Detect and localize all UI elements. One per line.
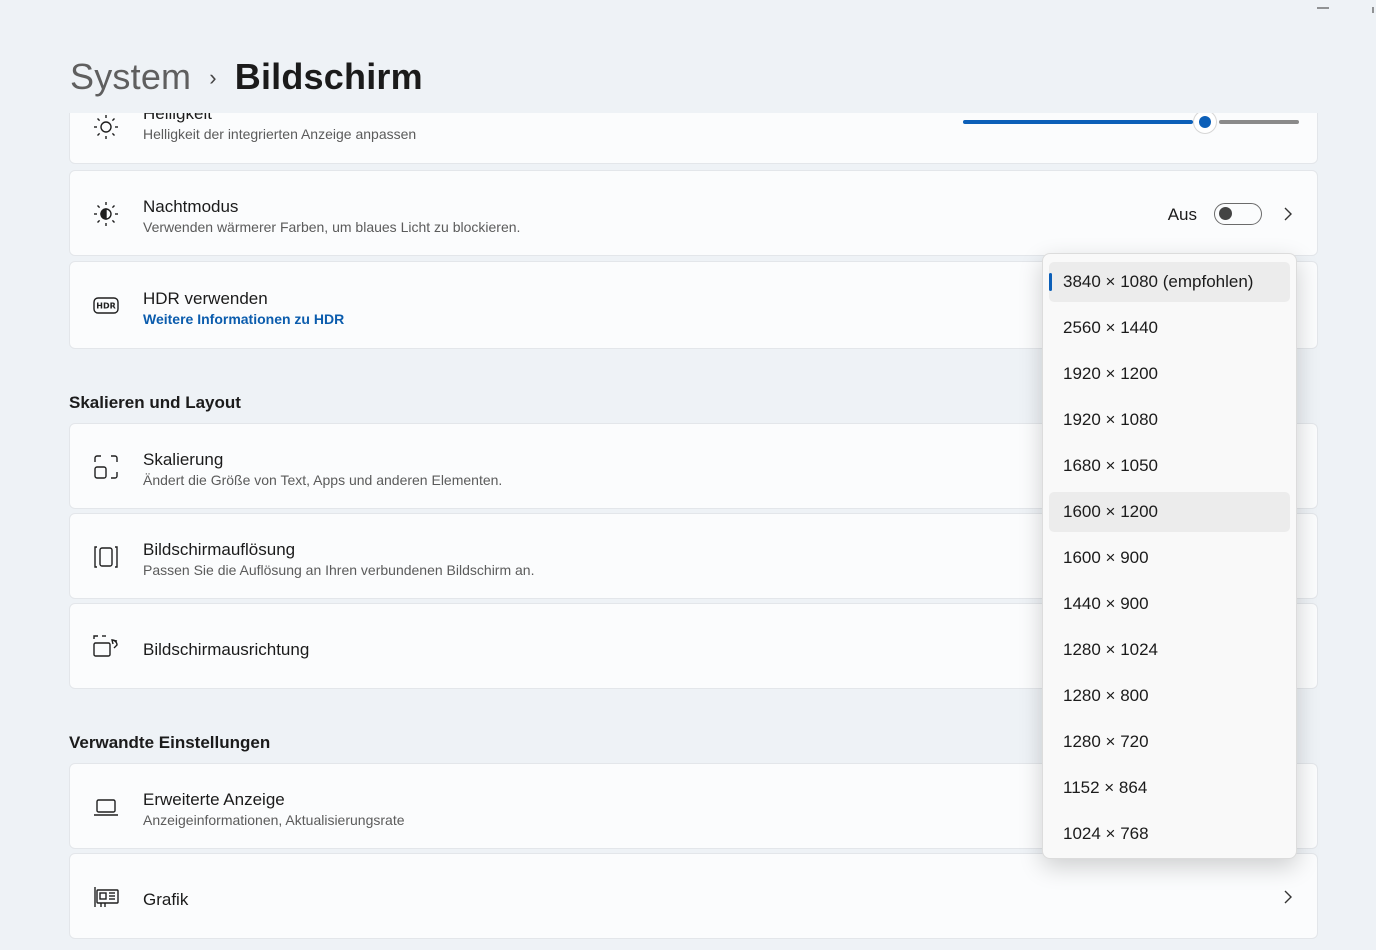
scaling-icon: [92, 453, 120, 481]
resolution-option-label: 1600 × 900: [1063, 548, 1149, 567]
brightness-slider-fill: [963, 120, 1193, 124]
breadcrumb: System › Bildschirm: [70, 52, 423, 102]
page-title: Bildschirm: [234, 56, 423, 97]
resolution-option-label: 1920 × 1200: [1063, 364, 1159, 383]
resolution-icon: [92, 543, 120, 571]
orientation-texts: Bildschirmausrichtung: [143, 639, 309, 660]
resolution-option[interactable]: 1024 × 768: [1049, 814, 1290, 854]
maximize-icon[interactable]: [1370, 0, 1376, 13]
scaling-subtitle: Ändert die Größe von Text, Apps und ande…: [143, 472, 503, 488]
resolution-option-label: 1024 × 768: [1063, 824, 1149, 843]
minimize-icon[interactable]: [1316, 0, 1330, 9]
resolution-option[interactable]: 1600 × 900: [1049, 538, 1290, 578]
resolution-option[interactable]: 1280 × 1024: [1049, 630, 1290, 670]
section-title-related-settings: Verwandte Einstellungen: [69, 733, 271, 752]
resolution-option-label: 1600 × 1200: [1063, 502, 1159, 521]
hdr-texts: HDR verwenden Weitere Informationen zu H…: [143, 288, 344, 329]
resolution-title: Bildschirmauflösung: [143, 540, 296, 559]
resolution-option-label: 2560 × 1440: [1063, 318, 1159, 337]
breadcrumb-separator: ›: [209, 65, 217, 90]
resolution-option[interactable]: 1440 × 900: [1049, 584, 1290, 624]
resolution-option-label: 1152 × 864: [1063, 778, 1148, 797]
resolution-option-label: 1920 × 1080: [1063, 410, 1159, 429]
selected-indicator: [1049, 273, 1052, 291]
brightness-subtitle: Helligkeit der integrierten Anzeige anpa…: [143, 126, 417, 142]
brightness-slider[interactable]: [963, 113, 1299, 133]
resolution-dropdown-list[interactable]: 3840 × 1080 (empfohlen) 2560 × 1440 1920 ×…: [1042, 253, 1297, 859]
scaling-texts: Skalierung Ändert die Größe von Text, Ap…: [143, 449, 502, 490]
resolution-option[interactable]: 1280 × 720: [1049, 722, 1290, 762]
hdr-learn-more-link[interactable]: Weitere Informationen zu HDR: [143, 310, 344, 329]
resolution-option-label: 1280 × 1024: [1063, 640, 1159, 659]
resolution-texts: Bildschirmauflösung Passen Sie die Auflö…: [143, 539, 534, 580]
resolution-option[interactable]: 1680 × 1050: [1049, 446, 1290, 486]
brightness-title: Helligkeit: [143, 113, 212, 123]
resolution-option-label: 1680 × 1050: [1063, 456, 1159, 475]
advanced-display-texts: Erweiterte Anzeige Anzeigeinformationen,…: [143, 789, 405, 830]
advanced-display-title: Erweiterte Anzeige: [143, 790, 285, 809]
toggle-knob: [1219, 207, 1232, 220]
resolution-option[interactable]: 3840 × 1080 (empfohlen): [1049, 262, 1290, 302]
resolution-option-label: 1280 × 720: [1063, 732, 1149, 751]
resolution-option-label: 3840 × 1080 (empfohlen): [1063, 272, 1254, 291]
resolution-option[interactable]: 1920 × 1200: [1049, 354, 1290, 394]
brightness-icon: [92, 113, 120, 141]
chevron-right-icon[interactable]: [1281, 890, 1295, 904]
brightness-slider-track: [1219, 120, 1299, 124]
advanced-display-subtitle: Anzeigeinformationen, Aktualisierungsrat…: [143, 812, 405, 828]
orientation-icon: [92, 633, 120, 661]
graphics-texts: Grafik: [143, 889, 188, 910]
breadcrumb-system[interactable]: System: [70, 56, 191, 98]
night-mode-subtitle: Verwenden wärmerer Farben, um blaues Lic…: [143, 219, 521, 235]
resolution-option-label: 1440 × 900: [1063, 594, 1149, 613]
night-mode-texts: Nachtmodus Verwenden wärmerer Farben, um…: [143, 196, 520, 237]
resolution-option[interactable]: 1920 × 1080: [1049, 400, 1290, 440]
night-mode-card[interactable]: Nachtmodus Verwenden wärmerer Farben, um…: [69, 170, 1318, 256]
night-light-icon: [92, 200, 120, 228]
night-mode-status: Aus: [1167, 205, 1197, 224]
orientation-title: Bildschirmausrichtung: [143, 640, 310, 659]
hdr-title: HDR verwenden: [143, 289, 268, 308]
resolution-option-label: 1280 × 800: [1063, 686, 1149, 705]
night-mode-title: Nachtmodus: [143, 197, 239, 216]
night-mode-toggle[interactable]: [1214, 203, 1262, 225]
resolution-option[interactable]: 1280 × 800: [1049, 676, 1290, 716]
resolution-subtitle: Passen Sie die Auflösung an Ihren verbun…: [143, 562, 535, 578]
brightness-card: Helligkeit Helligkeit der integrierten A…: [69, 113, 1318, 164]
resolution-option[interactable]: 1600 × 1200: [1049, 492, 1290, 532]
graphics-title: Grafik: [143, 890, 189, 909]
chevron-right-icon[interactable]: [1281, 207, 1295, 221]
brightness-texts: Helligkeit Helligkeit der integrierten A…: [143, 113, 416, 144]
brightness-slider-thumb[interactable]: [1194, 113, 1216, 133]
resolution-option[interactable]: 2560 × 1440: [1049, 308, 1290, 348]
hdr-icon: HDR: [92, 292, 120, 320]
section-title-scale-layout: Skalieren und Layout: [69, 393, 241, 412]
graphics-card[interactable]: Grafik: [69, 853, 1318, 939]
resolution-option[interactable]: 1152 × 864: [1049, 768, 1290, 808]
scaling-title: Skalierung: [143, 450, 224, 469]
graphics-card-icon: [92, 883, 120, 911]
laptop-icon: [92, 793, 120, 821]
svg-text:HDR: HDR: [96, 302, 116, 311]
